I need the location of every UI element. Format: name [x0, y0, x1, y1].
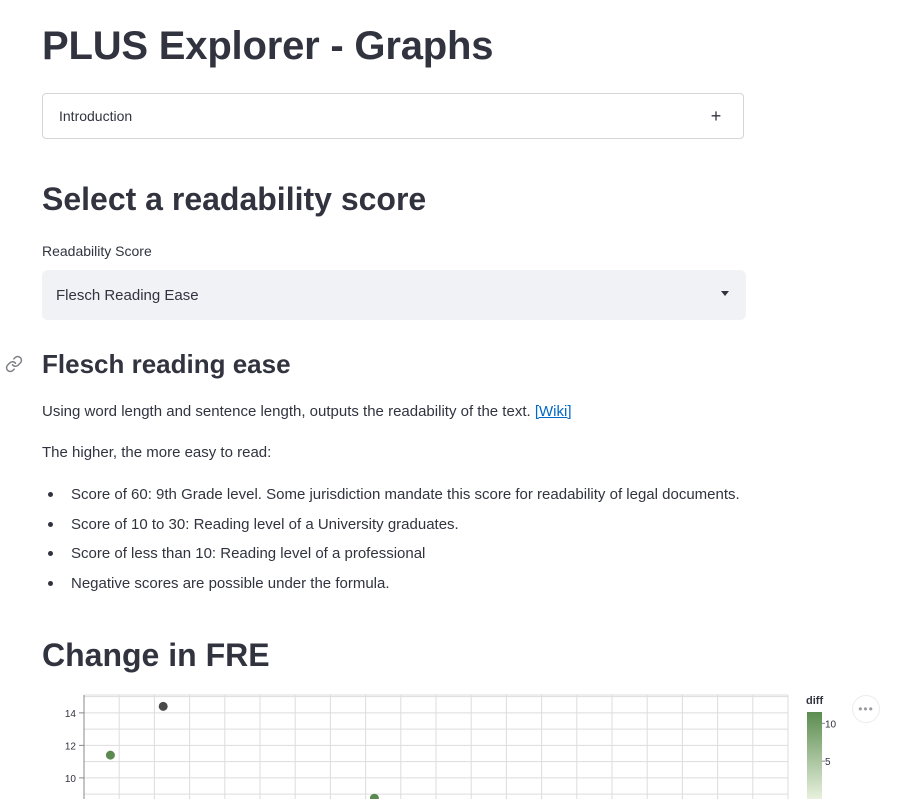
legend-gradient	[807, 712, 822, 799]
readability-heading: Select a readability score	[42, 181, 427, 217]
readability-select[interactable]: Flesch Reading Ease	[42, 270, 746, 320]
score-list: Score of 60: 9th Grade level. Some juris…	[42, 484, 740, 602]
readability-select-value: Flesch Reading Ease	[56, 286, 199, 304]
metric-description-text: Using word length and sentence length, o…	[42, 403, 531, 420]
data-point	[105, 750, 115, 760]
page-title: PLUS Explorer - Graphs	[42, 24, 494, 68]
data-point	[158, 701, 168, 711]
bullet-dot	[48, 492, 53, 497]
plus-icon: +	[710, 106, 722, 126]
introduction-expander[interactable]: Introduction +	[42, 93, 744, 139]
chevron-down-icon	[721, 291, 729, 296]
metric-description: Using word length and sentence length, o…	[42, 401, 572, 423]
expander-label: Introduction	[59, 108, 133, 124]
change-heading: Change in FRE	[42, 637, 270, 673]
list-item-text: Score of less than 10: Reading level of …	[71, 545, 426, 562]
wiki-link[interactable]: [Wiki]	[535, 403, 572, 420]
more-options-button[interactable]: •••	[852, 695, 880, 723]
metric-intro-line: The higher, the more easy to read:	[42, 444, 272, 461]
list-item: Score of 10 to 30: Reading level of a Un…	[42, 514, 740, 544]
list-item: Score of 60: 9th Grade level. Some juris…	[42, 484, 740, 514]
bullet-dot	[48, 521, 53, 527]
chart-points	[105, 701, 379, 799]
list-item: Score of less than 10: Reading level of …	[42, 543, 740, 573]
y-tick-label: 12	[65, 741, 77, 752]
y-axis: 10 12 14	[65, 695, 85, 799]
chart-grid	[83, 694, 789, 799]
list-item-text: Score of 10 to 30: Reading level of a Un…	[71, 515, 459, 533]
bullet-dot	[48, 580, 53, 586]
list-item-text: Score of 60: 9th Grade level. Some juris…	[71, 486, 740, 503]
list-item-text: Negative scores are possible under the f…	[71, 574, 390, 592]
readability-select-label: Readability Score	[42, 243, 152, 259]
legend-title: diff	[806, 695, 823, 707]
diff-legend: diff 10 5	[806, 695, 837, 799]
fre-change-chart: 10 12 14 diff 10 5	[65, 694, 837, 799]
page: PLUS Explorer - Graphs Introduction + Se…	[0, 0, 901, 799]
metric-heading: Flesch reading ease	[42, 349, 291, 379]
y-tick-label: 10	[65, 774, 77, 785]
list-item: Negative scores are possible under the f…	[42, 573, 740, 603]
legend-tick-label: 10	[825, 719, 837, 730]
legend-tick-label: 5	[825, 757, 831, 768]
y-tick-label: 14	[65, 709, 77, 720]
bullet-dot	[48, 551, 53, 556]
link-icon[interactable]	[5, 355, 23, 373]
